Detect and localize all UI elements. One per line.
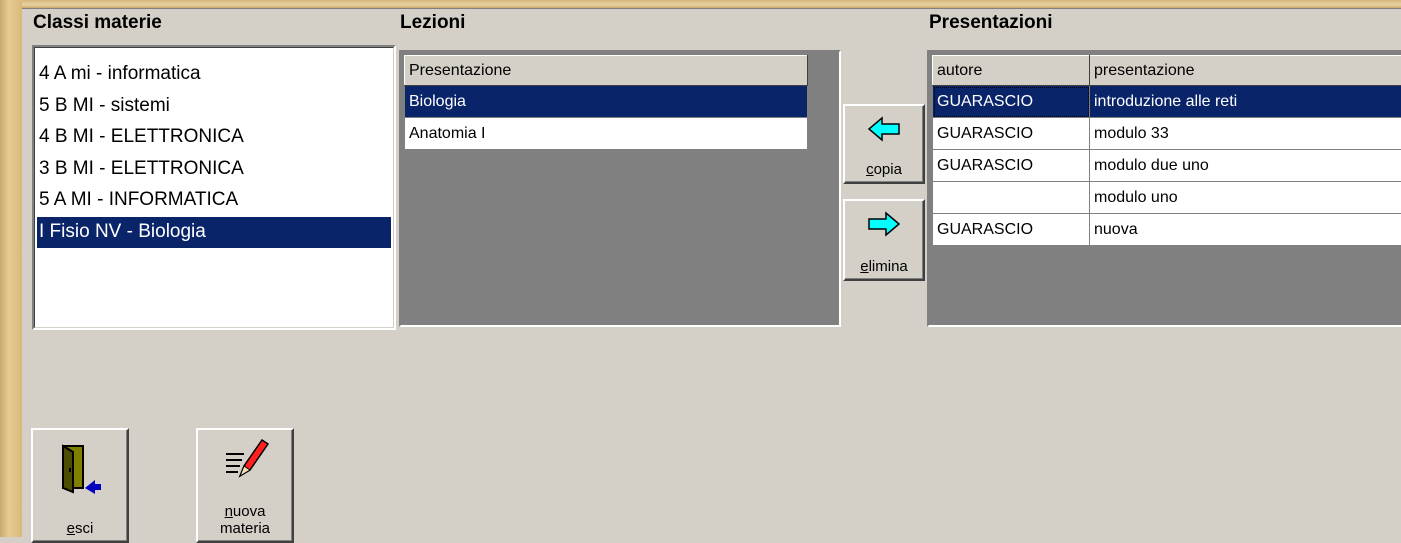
presentazione-cell[interactable]: modulo uno <box>1090 182 1401 214</box>
nuova-label: nuova <box>198 503 292 520</box>
classi-listbox[interactable]: 4 A mi - informatica 5 B MI - sistemi 4 … <box>32 45 396 330</box>
nuova-materia-label: nuova materia <box>198 503 292 537</box>
materia-label: materia <box>198 520 292 537</box>
classi-list-item[interactable]: 4 B MI - ELETTRONICA <box>37 122 391 154</box>
arrow-left-icon <box>867 116 901 142</box>
copia-label: copia <box>845 161 923 178</box>
window-frame-top <box>0 0 1401 8</box>
presentazione-cell[interactable]: introduzione alle reti <box>1090 86 1401 118</box>
classi-list-item[interactable]: 5 A MI - INFORMATICA <box>37 185 391 217</box>
lezioni-column-header[interactable]: Presentazione <box>405 56 808 86</box>
autore-cell-focused[interactable]: GUARASCIO <box>933 86 1090 118</box>
classi-list-item[interactable]: 3 B MI - ELETTRONICA <box>37 154 391 186</box>
autore-cell[interactable]: GUARASCIO <box>933 214 1090 246</box>
autore-column-header[interactable]: autore <box>933 56 1090 86</box>
classi-heading: Classi materie <box>33 12 162 34</box>
window-frame-edge <box>22 8 1401 9</box>
presentazioni-heading: Presentazioni <box>929 12 1053 34</box>
elimina-label: elimina <box>845 258 923 275</box>
lezioni-row[interactable]: Anatomia I <box>405 118 808 150</box>
presentazioni-grid[interactable]: autore presentazione GUARASCIO introduzi… <box>927 50 1401 327</box>
lezioni-heading: Lezioni <box>400 12 465 34</box>
arrow-right-icon <box>867 211 901 237</box>
presentazione-cell[interactable]: nuova <box>1090 214 1401 246</box>
presentazione-column-header[interactable]: presentazione <box>1090 56 1401 86</box>
classi-list-item[interactable]: 5 B MI - sistemi <box>37 91 391 123</box>
classi-list-item[interactable]: 4 A mi - informatica <box>37 59 391 91</box>
esci-label: esci <box>33 520 127 537</box>
lezioni-row-selected[interactable]: Biologia <box>405 86 808 118</box>
autore-cell[interactable] <box>933 182 1090 214</box>
exit-door-icon <box>55 442 105 496</box>
window-frame-left <box>0 0 22 537</box>
autore-cell[interactable]: GUARASCIO <box>933 150 1090 182</box>
edit-pencil-icon <box>220 434 270 482</box>
lezioni-table: Presentazione Biologia Anatomia I <box>404 55 808 150</box>
nuova-materia-button[interactable]: nuova materia <box>196 428 294 543</box>
presentazione-cell[interactable]: modulo due uno <box>1090 150 1401 182</box>
esci-button[interactable]: esci <box>31 428 129 543</box>
elimina-button[interactable]: elimina <box>843 199 925 281</box>
copia-button[interactable]: copia <box>843 104 925 184</box>
presentazione-cell[interactable]: modulo 33 <box>1090 118 1401 150</box>
autore-cell[interactable]: GUARASCIO <box>933 118 1090 150</box>
classi-list-item-selected[interactable]: I Fisio NV - Biologia <box>37 217 391 249</box>
lezioni-grid[interactable]: Presentazione Biologia Anatomia I <box>399 50 841 327</box>
presentazioni-table: autore presentazione GUARASCIO introduzi… <box>932 55 1401 246</box>
